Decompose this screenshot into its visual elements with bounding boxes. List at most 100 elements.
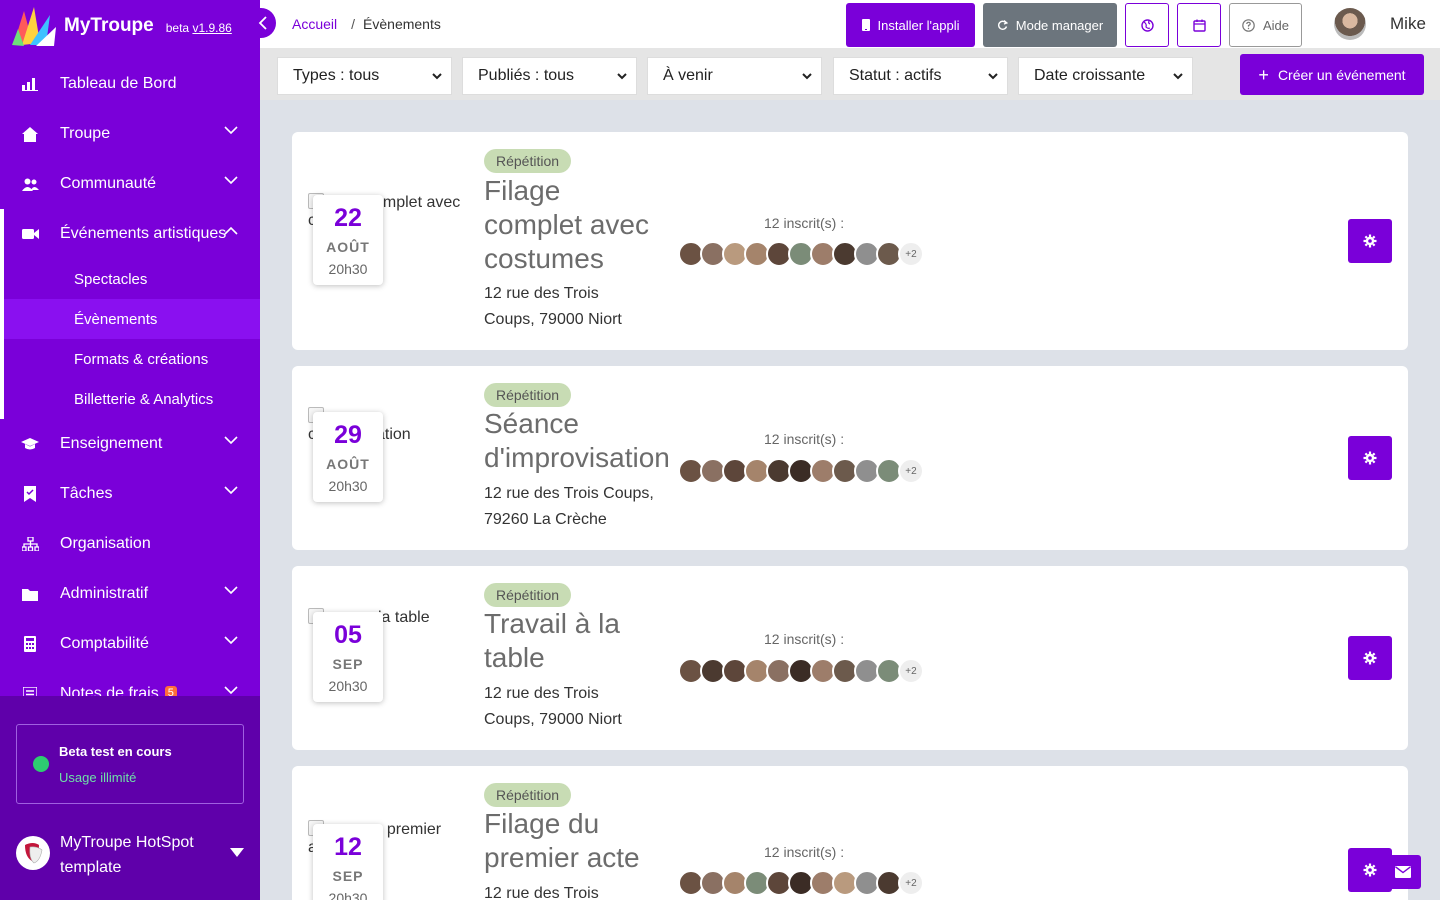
event-card[interactable]: omplet avec c 22 AOÛT 20h30 Répétition Fi… [292, 132, 1408, 350]
chevron-down-icon [224, 486, 238, 495]
question-icon [1242, 18, 1255, 32]
mobile-icon [861, 19, 870, 31]
chevron-down-icon [432, 73, 442, 80]
event-card[interactable]: ι la table 05 SEP 20h30 Répétition Trava… [292, 566, 1408, 750]
sidebar-item-label: Communauté [60, 175, 157, 192]
event-settings-button[interactable] [1348, 436, 1392, 480]
event-time: 20h30 [328, 478, 368, 494]
event-time: 20h30 [328, 678, 368, 694]
event-title[interactable]: Travail à la table [484, 607, 620, 675]
chevron-down-icon [988, 73, 998, 80]
user-name: Mike [1390, 14, 1426, 33]
sidebar-subitem-billetterie[interactable]: Billetterie & Analytics [0, 379, 260, 419]
chevron-down-icon [224, 126, 238, 135]
status-dot [33, 756, 49, 772]
sidebar-subitem-formats-creations[interactable]: Formats & créations [0, 339, 260, 379]
event-type-badge: Répétition [484, 783, 572, 807]
event-address: 12 rue des Trois Coups, 79000 Niort [484, 281, 622, 333]
sidebar-item-label: Tableau de Bord [60, 75, 177, 92]
chevron-down-icon [224, 176, 238, 185]
event-title-line: Filage [484, 175, 561, 206]
sidebar-item-communaute[interactable]: Communauté [0, 159, 260, 209]
event-month: AOÛT [326, 239, 370, 255]
registrations-count: 12 inscrit(s) : [764, 431, 845, 447]
event-title-line: Filage du [484, 808, 600, 839]
event-address-line: Coups, 79000 Niort [484, 711, 622, 728]
event-address-line: 12 rue des Trois [484, 885, 599, 900]
manager-mode-button[interactable]: Mode manager [983, 3, 1117, 47]
event-address-line: 79260 La Crèche [484, 511, 607, 528]
participant-avatars[interactable]: +2 [678, 241, 924, 267]
event-title[interactable]: Filage du premier acte [484, 807, 640, 875]
theatre-mask-icon [25, 843, 43, 864]
event-type-badge: Répétition [484, 149, 572, 173]
event-card[interactable]: ιu premiera 12 SEP 20h30 Répétition Fila… [292, 766, 1408, 900]
sidebar-item-enseignement[interactable]: Enseignement [0, 419, 260, 469]
breadcrumb-home-link[interactable]: Accueil [292, 16, 337, 32]
sidebar-item-administratif[interactable]: Administratif [0, 569, 260, 619]
participant-avatars[interactable]: +2 [678, 658, 924, 684]
event-title-line: premier acte [484, 842, 640, 873]
sidebar-item-taches[interactable]: Tâches [0, 469, 260, 519]
plus-icon: + [1258, 64, 1269, 85]
event-card[interactable]: c ation 29 AOÛT 20h30 Répétition Séance d… [292, 366, 1408, 550]
chevron-down-icon [224, 686, 238, 695]
version-link[interactable]: v1.9.86 [192, 21, 231, 35]
chevron-down-icon [224, 586, 238, 595]
sidebar-item-troupe[interactable]: Troupe [0, 109, 260, 159]
calculator-icon [21, 635, 39, 653]
manager-mode-label: Mode manager [1015, 17, 1104, 33]
brand-version[interactable]: beta v1.9.86 [166, 21, 232, 35]
gear-icon [1363, 234, 1377, 248]
event-time: 20h30 [328, 890, 368, 900]
event-date-box: 12 SEP 20h30 [313, 824, 383, 900]
sort-select[interactable]: Date croissante [1018, 57, 1193, 95]
filter-statut-select[interactable]: Statut : actifs [833, 57, 1008, 95]
troupe-selector[interactable]: MyTroupe HotSpot template [16, 830, 248, 884]
brand-logo[interactable]: MyTroupe beta v1.9.86 [10, 4, 232, 48]
sidebar-item-evenements-artistiques[interactable]: Événements artistiques [0, 209, 260, 259]
sidebar-subitem-spectacles[interactable]: Spectacles [0, 259, 260, 299]
bookmark-icon [21, 485, 39, 503]
install-app-button[interactable]: Installer l'appli [846, 3, 975, 47]
event-time: 20h30 [328, 261, 368, 277]
calendar-button[interactable] [1177, 3, 1221, 47]
event-title[interactable]: Séance d'improvisation [484, 407, 670, 475]
breadcrumb-separator: / [351, 16, 356, 32]
sidebar-item-label: Comptabilité [60, 635, 149, 652]
sidebar-item-label: Organisation [60, 535, 151, 552]
caret-down-icon [230, 848, 244, 857]
create-event-button[interactable]: + Créer un événement [1240, 54, 1424, 95]
graduation-cap-icon [21, 435, 39, 453]
users-icon [21, 175, 39, 193]
filter-publies-value: Publiés : tous [478, 67, 575, 84]
help-button[interactable]: Aide [1229, 3, 1302, 47]
event-title-line: Séance [484, 408, 579, 439]
filter-periode-select[interactable]: À venir [647, 57, 822, 95]
sidebar-item-comptabilite[interactable]: Comptabilité [0, 619, 260, 669]
sidebar-item-label: Troupe [60, 125, 111, 142]
filter-publies-select[interactable]: Publiés : tous [462, 57, 637, 95]
sidebar-subitem-evenements[interactable]: Évènements [0, 299, 260, 339]
event-settings-button[interactable] [1348, 636, 1392, 680]
user-menu[interactable]: Mike [1334, 8, 1426, 40]
chevron-down-icon [224, 636, 238, 645]
event-address-line: Coups, 79000 Niort [484, 311, 622, 328]
event-address-line: 12 rue des Trois [484, 285, 599, 302]
globe-icon [1140, 18, 1154, 32]
event-month: SEP [332, 656, 364, 672]
event-date-box: 05 SEP 20h30 [313, 612, 383, 702]
filter-types-select[interactable]: Types : tous [277, 57, 452, 95]
event-date-box: 29 AOÛT 20h30 [313, 412, 383, 502]
video-camera-icon [21, 225, 39, 243]
event-date-box: 22 AOÛT 20h30 [313, 195, 383, 285]
sidebar-item-tableau-de-bord[interactable]: Tableau de Bord [0, 59, 260, 109]
public-site-button[interactable] [1125, 3, 1169, 47]
chevron-down-icon [1173, 73, 1183, 80]
participant-avatars[interactable]: +2 [678, 458, 924, 484]
event-title[interactable]: Filage complet avec costumes [484, 174, 649, 276]
participant-avatars[interactable]: +2 [678, 870, 924, 896]
event-settings-button[interactable] [1348, 219, 1392, 263]
sidebar-item-organisation[interactable]: Organisation [0, 519, 260, 569]
contact-support-button[interactable] [1385, 855, 1421, 889]
